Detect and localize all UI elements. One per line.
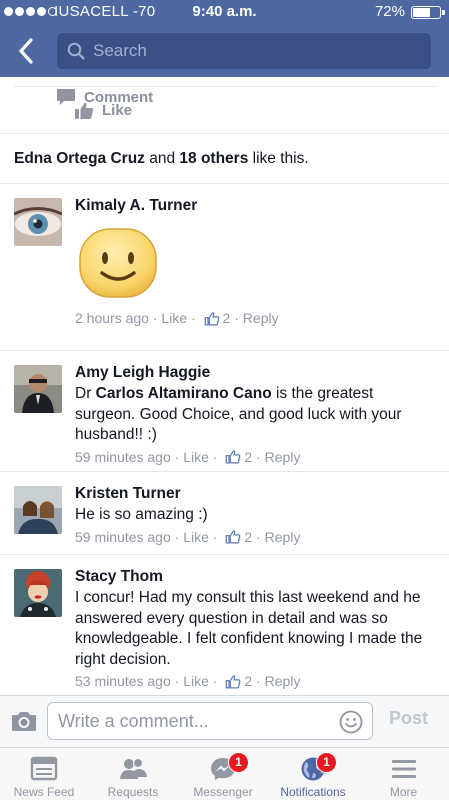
messenger-badge: 1 (228, 752, 249, 773)
news-feed-icon (30, 756, 58, 781)
battery-icon (411, 6, 441, 19)
comment-text-part: Dr (75, 385, 96, 402)
comment-time: 59 minutes ago (75, 528, 171, 545)
tab-requests[interactable]: Requests (88, 748, 178, 800)
avatar[interactable] (14, 569, 62, 617)
comment-input-box[interactable] (47, 702, 373, 740)
post-actions: Like Comment (0, 88, 449, 132)
like-count-icon (225, 449, 241, 464)
likers-connector: and (144, 150, 180, 167)
divider (0, 133, 449, 134)
liker-name-link[interactable]: Edna Ortega Cruz (14, 150, 145, 167)
search-input[interactable] (93, 41, 393, 61)
comment-input[interactable] (58, 708, 328, 734)
tab-news-feed[interactable]: News Feed (0, 748, 88, 800)
comment-time: 2 hours ago (75, 310, 149, 326)
reply-link[interactable]: Reply (265, 449, 301, 465)
like-count: 2 (244, 673, 253, 689)
like-count: 2 (222, 310, 231, 326)
status-bar: IUSACELL -70 9:40 a.m. 72% (0, 0, 449, 26)
comment-item: Stacy Thom I concur! Had my consult this… (0, 554, 449, 695)
tab-notifications[interactable]: 1 Notifications (268, 748, 358, 800)
comment-like-link[interactable]: Like (183, 529, 209, 545)
tab-label: Messenger (193, 785, 253, 799)
emoji-icon[interactable] (339, 710, 363, 734)
comment-text: I concur! Had my consult this last weeke… (75, 589, 423, 668)
commenter-name[interactable]: Stacy Thom (75, 568, 437, 586)
back-button[interactable] (10, 34, 42, 68)
chevron-left-icon (19, 38, 33, 64)
friend-requests-icon (120, 757, 147, 779)
comment-meta: 2 hours ago · Like · 2 · Reply (75, 310, 279, 326)
like-count-icon (204, 311, 220, 326)
avatar[interactable] (14, 365, 62, 413)
battery-percent: 72% (374, 3, 405, 20)
comment-text: He is so amazing :) (75, 506, 208, 523)
tab-bar: News Feed Requests 1 Messenger 1 Notific… (0, 747, 449, 800)
notifications-badge: 1 (316, 752, 337, 773)
search-icon (67, 42, 85, 60)
reply-link[interactable]: Reply (265, 673, 301, 689)
comment-meta: 59 minutes ago · Like · 2 · Reply (75, 448, 301, 465)
comment-like-link[interactable]: Like (183, 449, 209, 465)
comment-like-link[interactable]: Like (161, 310, 187, 326)
comment-item: Kimaly A. Turner 2 hours ago · Like · 2 … (0, 183, 449, 350)
avatar[interactable] (14, 198, 62, 246)
app-header: IUSACELL -70 9:40 a.m. 72% (0, 0, 449, 77)
like-count-icon (225, 529, 241, 544)
mentioned-name-link[interactable]: Carlos Altamirano Cano (96, 385, 272, 402)
commenter-name[interactable]: Kristen Turner (75, 485, 437, 503)
smiley-sticker (79, 228, 157, 298)
tab-label: Notifications (280, 785, 346, 799)
comment-time: 59 minutes ago (75, 448, 171, 465)
tab-more[interactable]: More (358, 748, 449, 800)
tab-label: Requests (107, 785, 159, 799)
tab-label: More (389, 785, 418, 799)
comment-item: Amy Leigh Haggie Dr Carlos Altamirano Ca… (0, 350, 449, 471)
likers-suffix: like this. (248, 150, 309, 167)
reply-link[interactable]: Reply (265, 529, 301, 545)
tab-label: News Feed (13, 785, 75, 799)
comment-bubble-icon (57, 89, 75, 105)
camera-icon[interactable] (10, 708, 38, 734)
avatar[interactable] (14, 486, 62, 534)
comment-time: 53 minutes ago (75, 673, 171, 689)
tab-messenger[interactable]: 1 Messenger (178, 748, 268, 800)
comment-label: Comment (84, 88, 154, 106)
menu-icon (391, 760, 416, 778)
comment-item: Kristen Turner He is so amazing :) 59 mi… (0, 471, 449, 554)
like-count: 2 (244, 528, 253, 545)
divider (14, 86, 435, 87)
comment-composer: Post (0, 695, 449, 747)
reply-link[interactable]: Reply (243, 310, 279, 326)
search-bar[interactable] (57, 33, 431, 69)
like-count: 2 (244, 448, 253, 465)
comment-meta: 53 minutes ago · Like · 2 · Reply (75, 673, 301, 689)
post-button[interactable]: Post (389, 708, 428, 729)
comment-meta: 59 minutes ago · Like · 2 · Reply (75, 528, 301, 545)
comment-text: Dr Carlos Altamirano Cano is the greates… (75, 384, 437, 446)
commenter-name[interactable]: Kimaly A. Turner (75, 197, 437, 215)
comment-button[interactable]: Comment (0, 88, 449, 106)
others-link[interactable]: 18 others (179, 150, 248, 167)
commenter-name[interactable]: Amy Leigh Haggie (75, 364, 437, 382)
like-count-icon (225, 674, 241, 689)
comment-like-link[interactable]: Like (183, 673, 209, 689)
likes-summary: Edna Ortega Cruz and 18 others like this… (14, 150, 309, 168)
